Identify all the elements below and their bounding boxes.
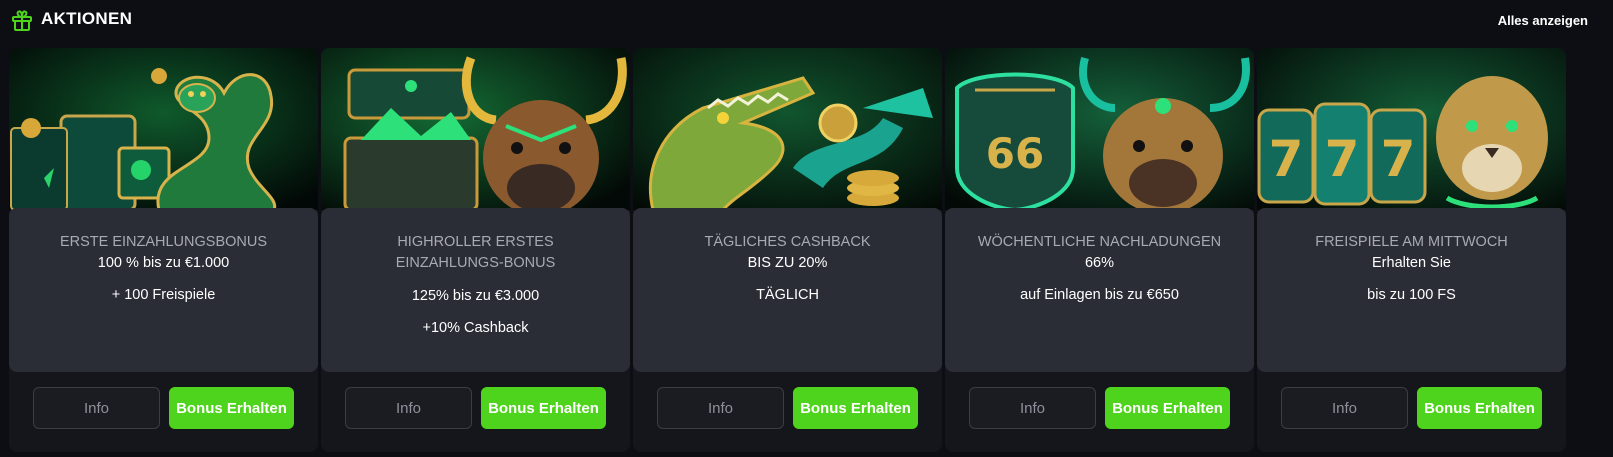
- get-bonus-button[interactable]: Bonus Erhalten: [1105, 387, 1230, 429]
- bison-and-route-66-sign-illustration: 66: [945, 48, 1254, 210]
- promotion-title: TÄGLICHES CASHBACK: [704, 234, 871, 250]
- promotion-card: HIGHROLLER ERSTES EINZAHLUNGS-BONUS 125%…: [321, 48, 630, 452]
- get-bonus-button[interactable]: Bonus Erhalten: [481, 387, 606, 429]
- promotions-list: ERSTE EINZAHLUNGSBONUS 100 % bis zu €1.0…: [0, 48, 1613, 452]
- svg-text:7: 7: [1269, 130, 1304, 188]
- promotion-subline: TÄGLICH: [756, 287, 819, 303]
- promotion-actions: Info Bonus Erhalten: [633, 387, 942, 429]
- crocodile-and-gold-coins-illustration: [633, 48, 942, 210]
- get-bonus-button[interactable]: Bonus Erhalten: [793, 387, 918, 429]
- promotion-title: WÖCHENTLICHE NACHLADUNGEN: [977, 234, 1222, 250]
- promotion-subline: +10% Cashback: [422, 320, 529, 336]
- promotion-details: ERSTE EINZAHLUNGSBONUS 100 % bis zu €1.0…: [9, 208, 318, 372]
- info-button[interactable]: Info: [969, 387, 1096, 429]
- promotion-actions: Info Bonus Erhalten: [321, 387, 630, 429]
- get-bonus-button[interactable]: Bonus Erhalten: [1417, 387, 1542, 429]
- promotion-details: WÖCHENTLICHE NACHLADUNGEN 66% auf Einlag…: [945, 208, 1254, 372]
- promotion-headline: Erhalten Sie: [1372, 255, 1451, 271]
- gift-icon: [12, 10, 32, 31]
- info-button[interactable]: Info: [657, 387, 784, 429]
- promotion-actions: Info Bonus Erhalten: [9, 387, 318, 429]
- jaguar-and-777-slot-illustration: 7 7 7: [1257, 48, 1566, 210]
- promotion-title: ERSTE EINZAHLUNGSBONUS: [59, 234, 268, 250]
- promotion-actions: Info Bonus Erhalten: [1257, 387, 1566, 429]
- promotion-subline: auf Einlagen bis zu €650: [1020, 287, 1179, 303]
- promotion-details: FREISPIELE AM MITTWOCH Erhalten Sie bis …: [1257, 208, 1566, 372]
- svg-text:7: 7: [1381, 130, 1416, 188]
- promotion-headline: BIS ZU 20%: [747, 255, 828, 271]
- info-button[interactable]: Info: [33, 387, 160, 429]
- promotion-subline: + 100 Freispiele: [111, 287, 216, 303]
- promotion-title: HIGHROLLER ERSTES: [397, 234, 554, 250]
- promotion-image[interactable]: [633, 48, 942, 210]
- promotion-subline: bis zu 100 FS: [1367, 287, 1456, 303]
- promotion-card: 66 WÖCHENTLICHE NACHLADUNGEN 66% auf Ein…: [945, 48, 1254, 452]
- see-all-link[interactable]: Alles anzeigen: [1498, 13, 1588, 28]
- promotion-card: ERSTE EINZAHLUNGSBONUS 100 % bis zu €1.0…: [9, 48, 318, 452]
- svg-text:66: 66: [986, 129, 1044, 178]
- promotion-headline: 125% bis zu €3.000: [411, 288, 540, 304]
- snake-and-gift-box-illustration: [9, 48, 318, 210]
- bull-and-treasure-chest-illustration: [321, 48, 630, 210]
- promotion-card: TÄGLICHES CASHBACK BIS ZU 20% TÄGLICH In…: [633, 48, 942, 452]
- promotion-image[interactable]: 66: [945, 48, 1254, 210]
- promotion-headline: 100 % bis zu €1.000: [97, 255, 230, 271]
- promotion-image[interactable]: [9, 48, 318, 210]
- promotion-image[interactable]: [321, 48, 630, 210]
- promotion-actions: Info Bonus Erhalten: [945, 387, 1254, 429]
- section-header: AKTIONEN Alles anzeigen: [0, 0, 1613, 40]
- promotion-title: FREISPIELE AM MITTWOCH: [1315, 234, 1508, 250]
- promotion-details: HIGHROLLER ERSTES EINZAHLUNGS-BONUS 125%…: [321, 208, 630, 372]
- info-button[interactable]: Info: [345, 387, 472, 429]
- svg-text:7: 7: [1325, 130, 1360, 188]
- promotion-title: EINZAHLUNGS-BONUS: [395, 255, 556, 271]
- promotion-headline: 66%: [1084, 255, 1115, 271]
- get-bonus-button[interactable]: Bonus Erhalten: [169, 387, 294, 429]
- promotion-image[interactable]: 7 7 7: [1257, 48, 1566, 210]
- section-title: AKTIONEN: [41, 9, 133, 28]
- info-button[interactable]: Info: [1281, 387, 1408, 429]
- promotion-card: 7 7 7 FREISPIELE AM MITTWOCH Erhalten Si…: [1257, 48, 1566, 452]
- promotion-details: TÄGLICHES CASHBACK BIS ZU 20% TÄGLICH: [633, 208, 942, 372]
